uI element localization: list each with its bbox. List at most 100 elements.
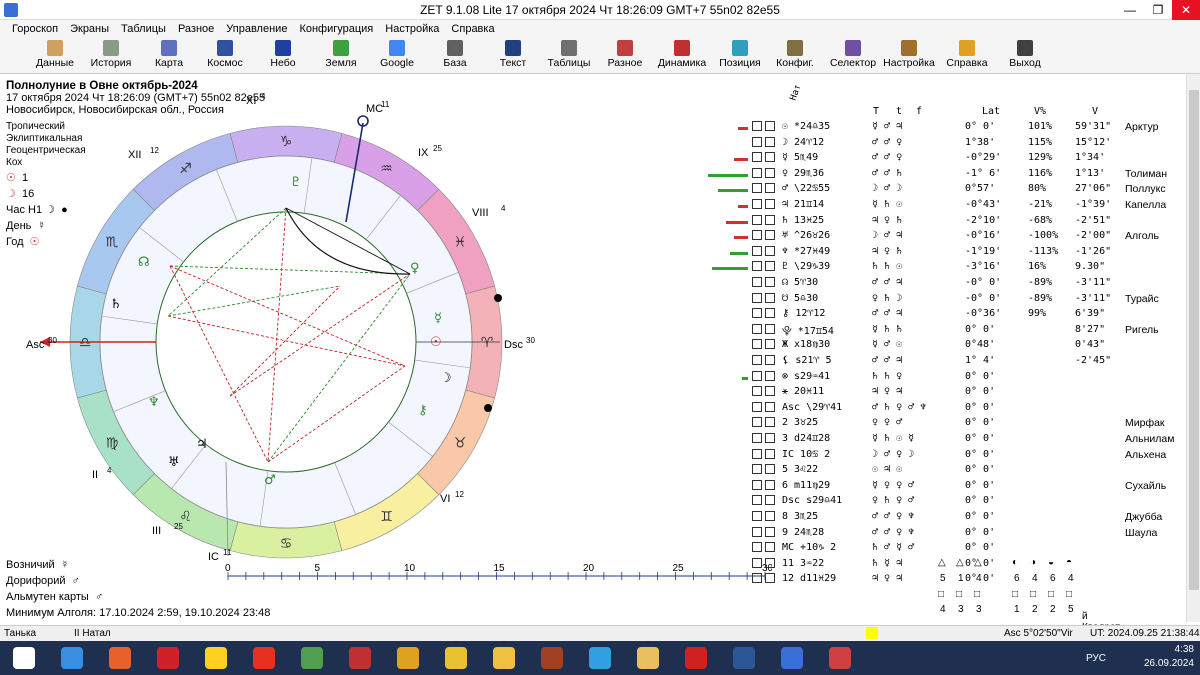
vertical-scrollbar[interactable] (1186, 74, 1200, 622)
taskbar-start-button[interactable] (4, 644, 44, 672)
table-row[interactable]: ☉ *24♎35 ☿ ♂ ♃ 0° 0' 101% 59'31" Арктур (700, 121, 1190, 136)
toolbar-help-button[interactable]: Справка (940, 40, 994, 69)
taskbar-stamp-button[interactable] (388, 644, 428, 672)
taskbar-firefox-button[interactable] (100, 644, 140, 672)
table-row[interactable]: ♃ 21♊14 ☿ ♄ ☉ -0°43' -21% -1°39' Капелла (700, 199, 1190, 214)
menu-configuration[interactable]: Конфигурация (293, 20, 379, 38)
row-checkboxes[interactable] (752, 277, 778, 289)
horoscope-wheel[interactable]: ♒♓♈♉♊♋♌♍♎♏♐♑MC11IX 25VIII 4XI 4XII 12Asc 30 Ds… (0, 76, 780, 628)
taskbar-acrobat-button[interactable] (676, 644, 716, 672)
row-checkboxes[interactable] (752, 292, 778, 305)
menu-screens[interactable]: Экраны (64, 20, 115, 38)
row-checkboxes[interactable] (752, 386, 778, 398)
row-checkboxes[interactable] (752, 511, 778, 523)
table-row[interactable]: 2 3♉25 ♀ ♀ ♂ 0° 0' Мирфак (700, 417, 1190, 432)
table-row[interactable]: 9 24♏28 ♂ ♂ ♀ ♆ 0° 0' Шаула (700, 526, 1190, 542)
row-checkboxes[interactable] (752, 261, 778, 273)
table-row[interactable]: Dsc s29♎41 ♀ ♄ ♀ ♂ 0° 0' (700, 495, 1190, 510)
toolbar-text-button[interactable]: Текст (486, 40, 540, 69)
row-checkboxes[interactable] (752, 401, 778, 414)
minimize-button[interactable]: — (1116, 0, 1144, 20)
toolbar-google-button[interactable]: Google (370, 40, 424, 69)
table-row[interactable]: IC 10♋ 2 ☽ ♂ ♀ ☽ 0° 0' Альхена (700, 448, 1190, 464)
table-row[interactable]: MC +10♑ 2 ♄ ♂ ☿ ♂ 0° 0' (700, 542, 1190, 557)
table-row[interactable]: ♄ 13♓25 ♃ ♀ ♄ -2°10' -68% -2'51" (700, 214, 1190, 230)
row-checkboxes[interactable] (752, 479, 778, 492)
toolbar-settings-button[interactable]: Настройка (882, 40, 936, 69)
table-row[interactable]: ⚸ s21♈ 5 ♂ ♂ ♃ 1° 4' -2'45" (700, 355, 1190, 370)
table-row[interactable]: ♆ *27♓49 ♃ ♀ ♄ -1°19' -113% -1'26" (700, 245, 1190, 261)
table-row[interactable]: ♅ ^26♉26 ☽ ♂ ♃ -0°16' -100% -2'00" Алголь (700, 230, 1190, 245)
taskbar-app-house-button[interactable] (292, 644, 332, 672)
row-checkboxes[interactable] (752, 526, 778, 539)
row-checkboxes[interactable] (752, 121, 778, 133)
row-checkboxes[interactable] (752, 136, 778, 149)
toolbar-exit-button[interactable]: Выход (998, 40, 1052, 69)
menu-misc[interactable]: Разное (172, 20, 220, 38)
toolbar-earth-button[interactable]: Земля (314, 40, 368, 69)
table-row[interactable]: ☽ 24♈12 ♂ ♂ ♀ 1°38' 115% 15°12' (700, 136, 1190, 152)
row-checkboxes[interactable] (752, 167, 778, 180)
row-checkboxes[interactable] (752, 448, 778, 461)
taskbar-tool-pencil-button[interactable] (484, 644, 524, 672)
row-checkboxes[interactable] (752, 339, 778, 351)
taskbar-word-button[interactable] (724, 644, 764, 672)
toolbar-database-button[interactable]: База (428, 40, 482, 69)
table-row[interactable]: Asc \29♈41 ♂ ♄ ♀ ♂ ♆ 0° 0' (700, 401, 1190, 417)
toolbar-selector-button[interactable]: Селектор (826, 40, 880, 69)
row-checkboxes[interactable] (752, 199, 778, 211)
toolbar-history-button[interactable]: История (84, 40, 138, 69)
menu-control[interactable]: Управление (220, 20, 293, 38)
table-row[interactable]: ♇ \29♑39 ♄ ♄ ☉ -3°16' 16% 9.30" (700, 261, 1190, 276)
row-checkboxes[interactable] (752, 557, 778, 570)
table-row[interactable]: 5 3♌22 ☉ ♃ ☉ 0° 0' (700, 464, 1190, 479)
table-row[interactable]: ⚷ 12♈12 ♂ ♂ ♃ -0°36' 99% 6'39" (700, 308, 1190, 323)
table-row[interactable]: ☋ 5♎30 ♀ ♄ ☽ -0° 0' -89% -3'11" Турайс (700, 292, 1190, 308)
row-checkboxes[interactable] (752, 183, 778, 195)
row-checkboxes[interactable] (752, 370, 778, 383)
toolbar-misc-button[interactable]: Разное (598, 40, 652, 69)
toolbar-dynamics-button[interactable]: Динамика (655, 40, 709, 69)
table-row[interactable]: ⯓ *17♊54 ☿ ♄ ♄ 0° 0' 8'27" Ригель (700, 323, 1190, 339)
table-row[interactable]: Ж x18♍30 ☿ ♂ ☉ 0°48' 0'43" (700, 339, 1190, 354)
row-checkboxes[interactable] (752, 464, 778, 476)
taskbar-ie-button[interactable] (52, 644, 92, 672)
menu-settings[interactable]: Настройка (379, 20, 445, 38)
toolbar-cosmos-button[interactable]: Космос (198, 40, 252, 69)
table-row[interactable]: ⚹ 20♓11 ♃ ♀ ♃ 0° 0' (700, 386, 1190, 401)
taskbar-yandex-button[interactable] (244, 644, 284, 672)
row-checkboxes[interactable] (752, 542, 778, 554)
row-checkboxes[interactable] (752, 308, 778, 320)
row-checkboxes[interactable] (752, 323, 778, 336)
row-checkboxes[interactable] (752, 417, 778, 429)
row-checkboxes[interactable] (752, 230, 778, 242)
taskbar-yandex-browser-button[interactable] (196, 644, 236, 672)
close-button[interactable]: ✕ (1172, 0, 1200, 20)
table-row[interactable]: 6 m11♍29 ☿ ♀ ♀ ♂ 0° 0' Сухайль (700, 479, 1190, 495)
row-checkboxes[interactable] (752, 152, 778, 164)
table-row[interactable]: ♂ \22♋55 ☽ ♂ ☽ 0°57' 80% 27'06" Поллукс (700, 183, 1190, 198)
taskbar-folder-button[interactable] (628, 644, 668, 672)
menu-help[interactable]: Справка (445, 20, 500, 38)
taskbar-zet-button[interactable] (772, 644, 812, 672)
table-row[interactable]: 3 d24♊28 ☿ ♄ ☉ ☿ 0° 0' Альнилам (700, 433, 1190, 448)
taskbar-telegram-button[interactable] (580, 644, 620, 672)
taskbar-opera-button[interactable] (148, 644, 188, 672)
toolbar-tables-button[interactable]: Таблицы (542, 40, 596, 69)
toolbar-sky-button[interactable]: Небо (256, 40, 310, 69)
table-row[interactable]: ☿ 5♏49 ♂ ♂ ♀ -0°29' 129% 1°34' (700, 152, 1190, 167)
table-row[interactable]: 8 3♏25 ♂ ♂ ♀ ♆ 0° 0' Джубба (700, 511, 1190, 526)
toolbar-map-button[interactable]: Карта (142, 40, 196, 69)
table-row[interactable]: ♀ 29♏36 ♂ ♂ ♄ -1° 6' 116% 1°13' Толиман (700, 167, 1190, 183)
taskbar-angular-button[interactable] (340, 644, 380, 672)
menu-tables[interactable]: Таблицы (115, 20, 172, 38)
table-row[interactable]: ☊ 5♈30 ♂ ♂ ♃ -0° 0' -89% -3'11" (700, 277, 1190, 292)
row-checkboxes[interactable] (752, 573, 778, 585)
toolbar-config-button[interactable]: Конфиг. (768, 40, 822, 69)
maximize-button[interactable]: ❐ (1144, 0, 1172, 20)
taskbar-image-viewer-button[interactable] (820, 644, 860, 672)
taskbar-tool-yellow-button[interactable] (436, 644, 476, 672)
row-checkboxes[interactable] (752, 495, 778, 507)
row-checkboxes[interactable] (752, 214, 778, 227)
row-checkboxes[interactable] (752, 433, 778, 445)
